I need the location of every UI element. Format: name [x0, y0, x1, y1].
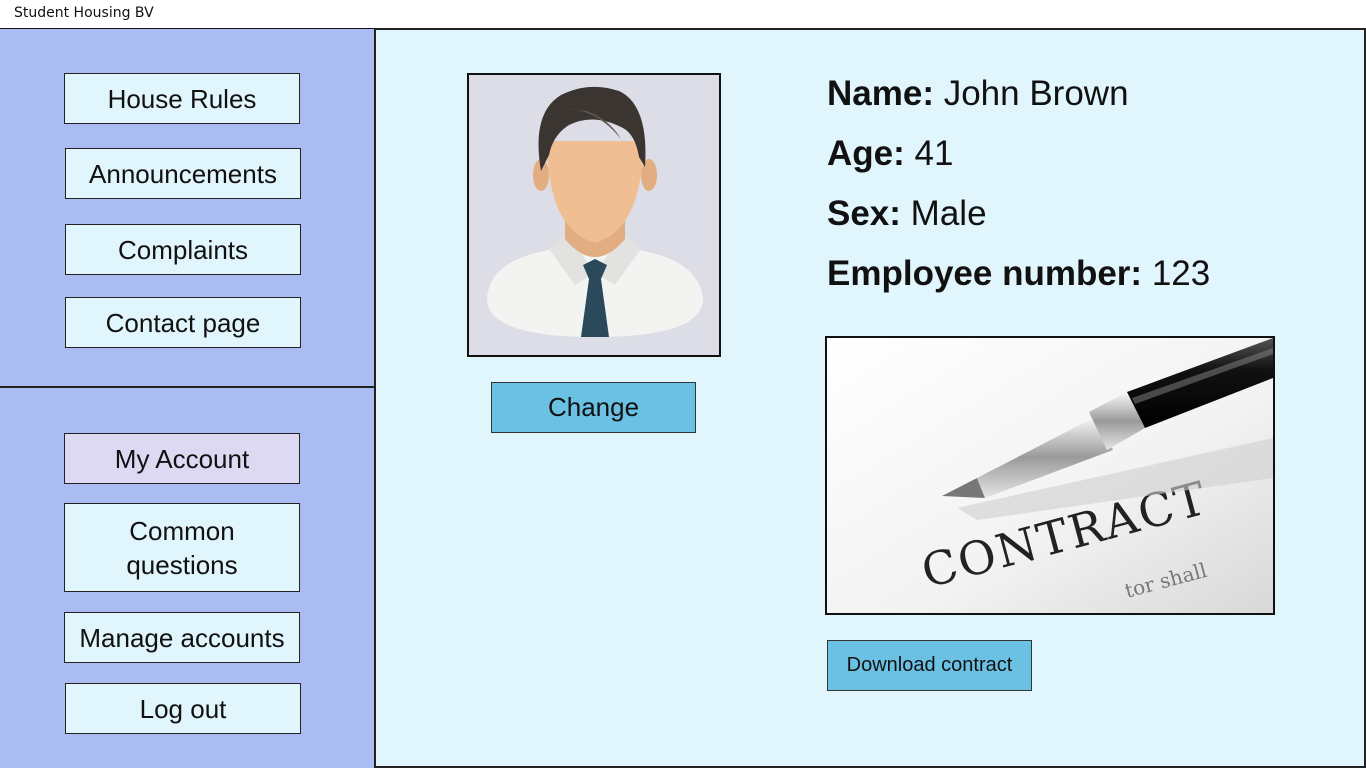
employee-number-label: Employee number:: [827, 254, 1143, 293]
nav-contact-page-button[interactable]: Contact page: [65, 297, 301, 348]
nav-complaints-button[interactable]: Complaints: [65, 224, 301, 275]
employee-number-row: Employee number: 123: [827, 254, 1210, 294]
sex-value: Male: [910, 194, 987, 233]
age-value: 41: [914, 134, 954, 173]
employee-number-value: 123: [1151, 254, 1211, 293]
nav-common-questions-button[interactable]: Common questions: [64, 503, 300, 592]
name-label: Name:: [827, 74, 934, 113]
nav-log-out-button[interactable]: Log out: [65, 683, 301, 734]
age-label: Age:: [827, 134, 905, 173]
change-photo-button[interactable]: Change: [491, 382, 696, 433]
nav-my-account-button[interactable]: My Account: [64, 433, 300, 484]
sex-label: Sex:: [827, 194, 901, 233]
avatar-icon: [469, 75, 719, 355]
title-bar: Student Housing BV: [0, 0, 1366, 28]
nav-manage-accounts-button[interactable]: Manage accounts: [64, 612, 300, 663]
profile-photo: [467, 73, 721, 357]
nav-announcements-button[interactable]: Announcements: [65, 148, 301, 199]
age-row: Age: 41: [827, 134, 953, 174]
name-value: John Brown: [943, 74, 1129, 113]
sex-row: Sex: Male: [827, 194, 987, 234]
name-row: Name: John Brown: [827, 74, 1129, 114]
nav-house-rules-button[interactable]: House Rules: [64, 73, 300, 124]
window-title: Student Housing BV: [14, 5, 154, 21]
contract-pen-icon: CONTRACT tor shall: [827, 338, 1273, 613]
sidebar-divider: [0, 386, 375, 388]
contract-image: CONTRACT tor shall: [825, 336, 1275, 615]
download-contract-button[interactable]: Download contract: [827, 640, 1032, 691]
